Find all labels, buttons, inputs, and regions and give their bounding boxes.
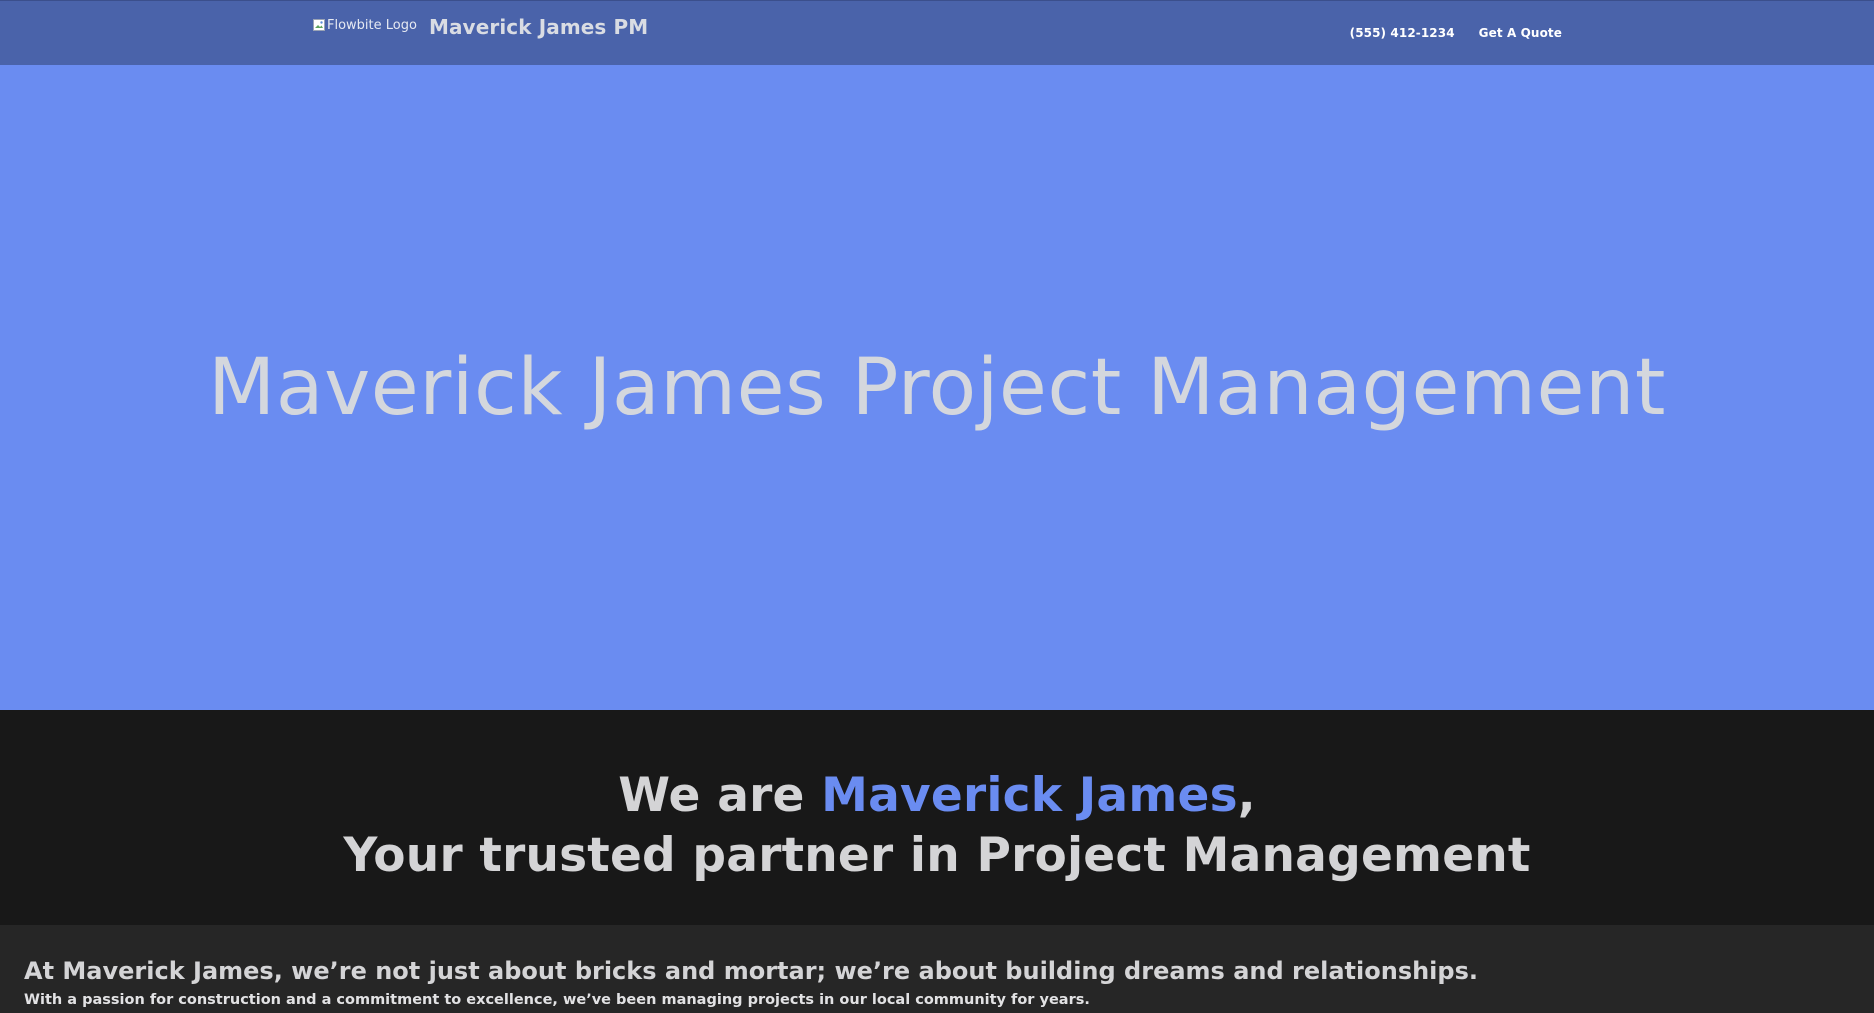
broken-image-icon bbox=[313, 19, 325, 31]
intro-heading: At Maverick James, we’re not just about … bbox=[24, 957, 1478, 985]
nav-links: (555) 412-1234 Get A Quote bbox=[1350, 27, 1562, 39]
intro-text: With a passion for construction and a co… bbox=[24, 992, 1090, 1008]
about-line1-prefix: We are bbox=[618, 768, 822, 823]
brand-home-link[interactable]: Flowbite Logo Maverick James PM bbox=[313, 17, 648, 37]
intro-section: At Maverick James, we’re not just about … bbox=[0, 925, 1874, 1013]
about-line2: Your trusted partner in Project Manageme… bbox=[343, 828, 1531, 883]
about-section: We are Maverick James, Your trusted part… bbox=[0, 710, 1874, 925]
about-highlight: Maverick James bbox=[821, 768, 1238, 823]
about-heading: We are Maverick James, Your trusted part… bbox=[0, 766, 1874, 886]
get-quote-link[interactable]: Get A Quote bbox=[1479, 27, 1562, 39]
brand-name: Maverick James PM bbox=[428, 15, 649, 39]
logo-image[interactable]: Flowbite Logo bbox=[313, 19, 417, 32]
phone-link[interactable]: (555) 412-1234 bbox=[1350, 27, 1455, 39]
about-line1-suffix: , bbox=[1237, 768, 1256, 823]
hero-section: Maverick James Project Management bbox=[0, 65, 1874, 710]
navbar: Flowbite Logo Maverick James PM (555) 41… bbox=[0, 0, 1874, 65]
hero-title: Maverick James Project Management bbox=[207, 342, 1666, 433]
logo-alt-text: Flowbite Logo bbox=[327, 17, 417, 33]
